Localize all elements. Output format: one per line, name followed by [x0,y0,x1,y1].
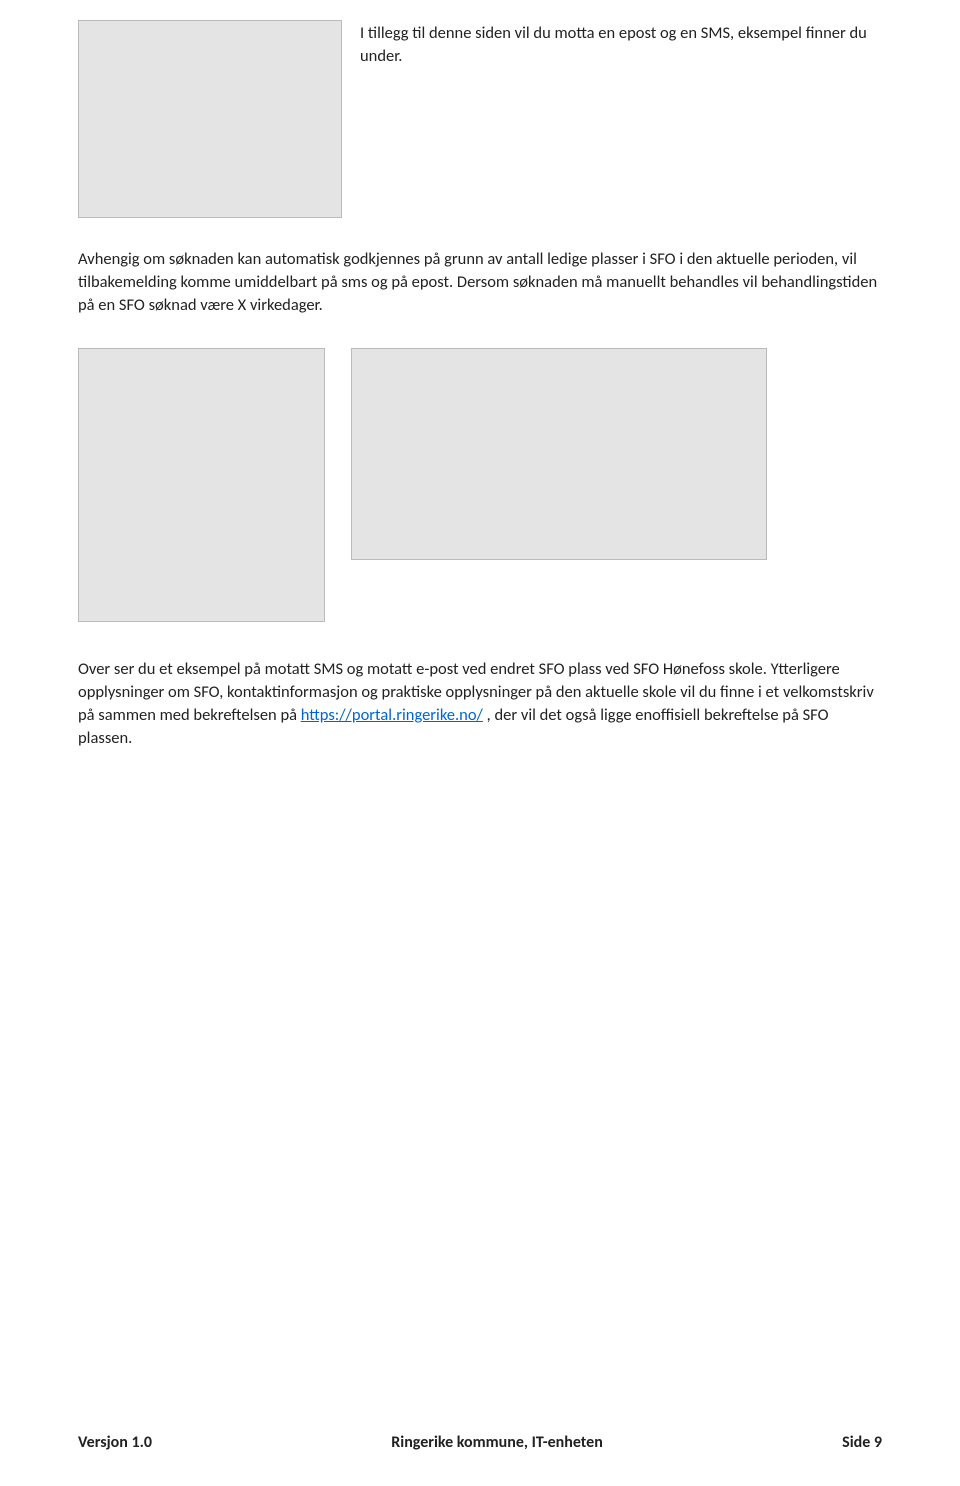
paragraph-2-container: Avhengig om søknaden kan automatisk godk… [78,248,882,316]
footer-version: Versjon 1.0 [78,1433,152,1452]
screenshot-sms-phone [78,348,325,622]
paragraph-2: Avhengig om søknaden kan automatisk godk… [78,248,882,316]
document-page: I tillegg til denne siden vil du motta e… [0,0,960,1486]
paragraph-3-container: Over ser du et eksempel på motatt SMS og… [78,658,882,749]
footer-page-number: Side 9 [842,1433,882,1452]
screenshot-website [78,20,342,218]
paragraph-3: Over ser du et eksempel på motatt SMS og… [78,658,882,749]
screenshot-email-outlook [351,348,767,560]
top-paragraph: I tillegg til denne siden vil du motta e… [360,22,882,68]
top-paragraph-container: I tillegg til denne siden vil du motta e… [360,20,882,68]
portal-link[interactable]: https://portal.ringerike.no/ [301,705,483,725]
footer-center: Ringerike kommune, IT-enheten [391,1433,603,1452]
page-footer: Versjon 1.0 Ringerike kommune, IT-enhete… [78,1433,882,1452]
top-row: I tillegg til denne siden vil du motta e… [78,20,882,218]
image-row [78,348,882,622]
